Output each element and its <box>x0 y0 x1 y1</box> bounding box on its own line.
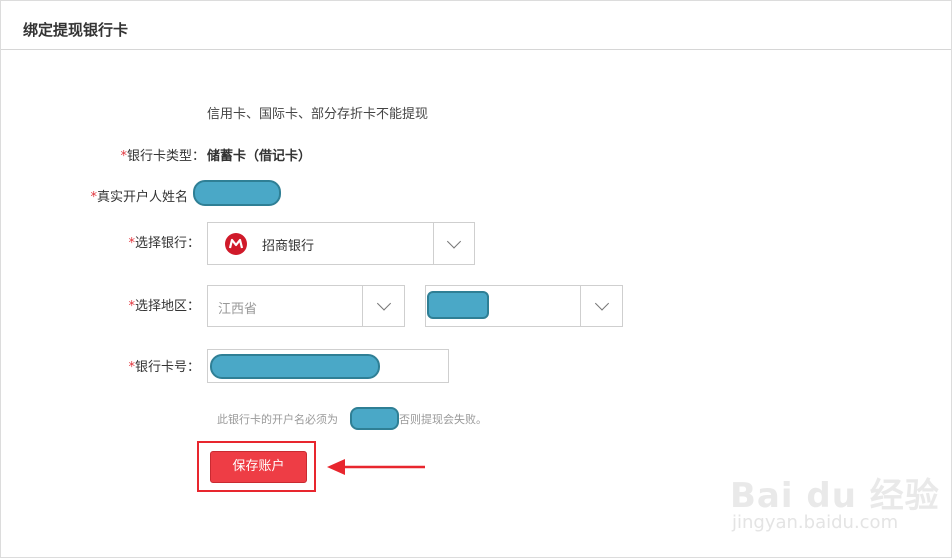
save-button-highlight: 保存账户 <box>197 441 316 492</box>
bank-dropdown-button[interactable] <box>433 223 474 264</box>
bank-selected-text: 招商银行 <box>262 239 315 254</box>
hint-text-before: 此银行卡的开户名必须为 <box>217 413 338 426</box>
chevron-down-icon <box>376 296 391 311</box>
bank-select[interactable]: 招商银行 <box>207 222 475 265</box>
holder-name-label-text: 真实开户人姓名 <box>96 190 188 205</box>
hint-name-redacted <box>350 407 399 430</box>
card-number-redacted <box>210 354 380 379</box>
notice-text: 信用卡、国际卡、部分存折卡不能提现 <box>207 107 429 122</box>
page-header: 绑定提现银行卡 <box>1 1 951 50</box>
card-type-label: *银行卡类型： <box>90 145 205 164</box>
city-redacted <box>427 291 489 319</box>
holder-name-redacted <box>193 180 281 206</box>
city-dropdown-button[interactable] <box>580 286 622 326</box>
baidu-jingyan-watermark-logo: Bai du 经验 <box>730 476 940 516</box>
region-label-text: 选择地区： <box>134 299 200 314</box>
region-label: *选择地区： <box>90 295 200 314</box>
card-number-input[interactable] <box>207 349 449 383</box>
page-title: 绑定提现银行卡 <box>23 21 129 39</box>
card-type-label-text: 银行卡类型： <box>126 149 205 164</box>
chevron-down-icon <box>446 233 462 249</box>
province-select[interactable]: 江西省 <box>207 285 405 327</box>
province-dropdown-button[interactable] <box>362 286 404 326</box>
province-selected-text: 江西省 <box>218 302 258 317</box>
bank-label-text: 选择银行： <box>134 236 200 251</box>
baidu-jingyan-watermark-url: jingyan.baidu.com <box>732 512 899 533</box>
card-type-value: 储蓄卡（借记卡） <box>207 149 312 164</box>
city-select[interactable] <box>425 285 623 327</box>
card-number-label: *银行卡号： <box>90 356 200 375</box>
red-arrow-icon <box>327 459 425 475</box>
cmb-bank-logo-icon <box>225 233 247 255</box>
hint-text-after: ，否则提现会失败。 <box>388 413 487 426</box>
card-number-label-text: 银行卡号： <box>134 360 200 375</box>
save-account-button[interactable]: 保存账户 <box>210 451 307 483</box>
holder-name-label: *真实开户人姓名 <box>60 186 188 205</box>
bank-label: *选择银行： <box>90 232 200 251</box>
chevron-down-icon <box>594 296 609 311</box>
